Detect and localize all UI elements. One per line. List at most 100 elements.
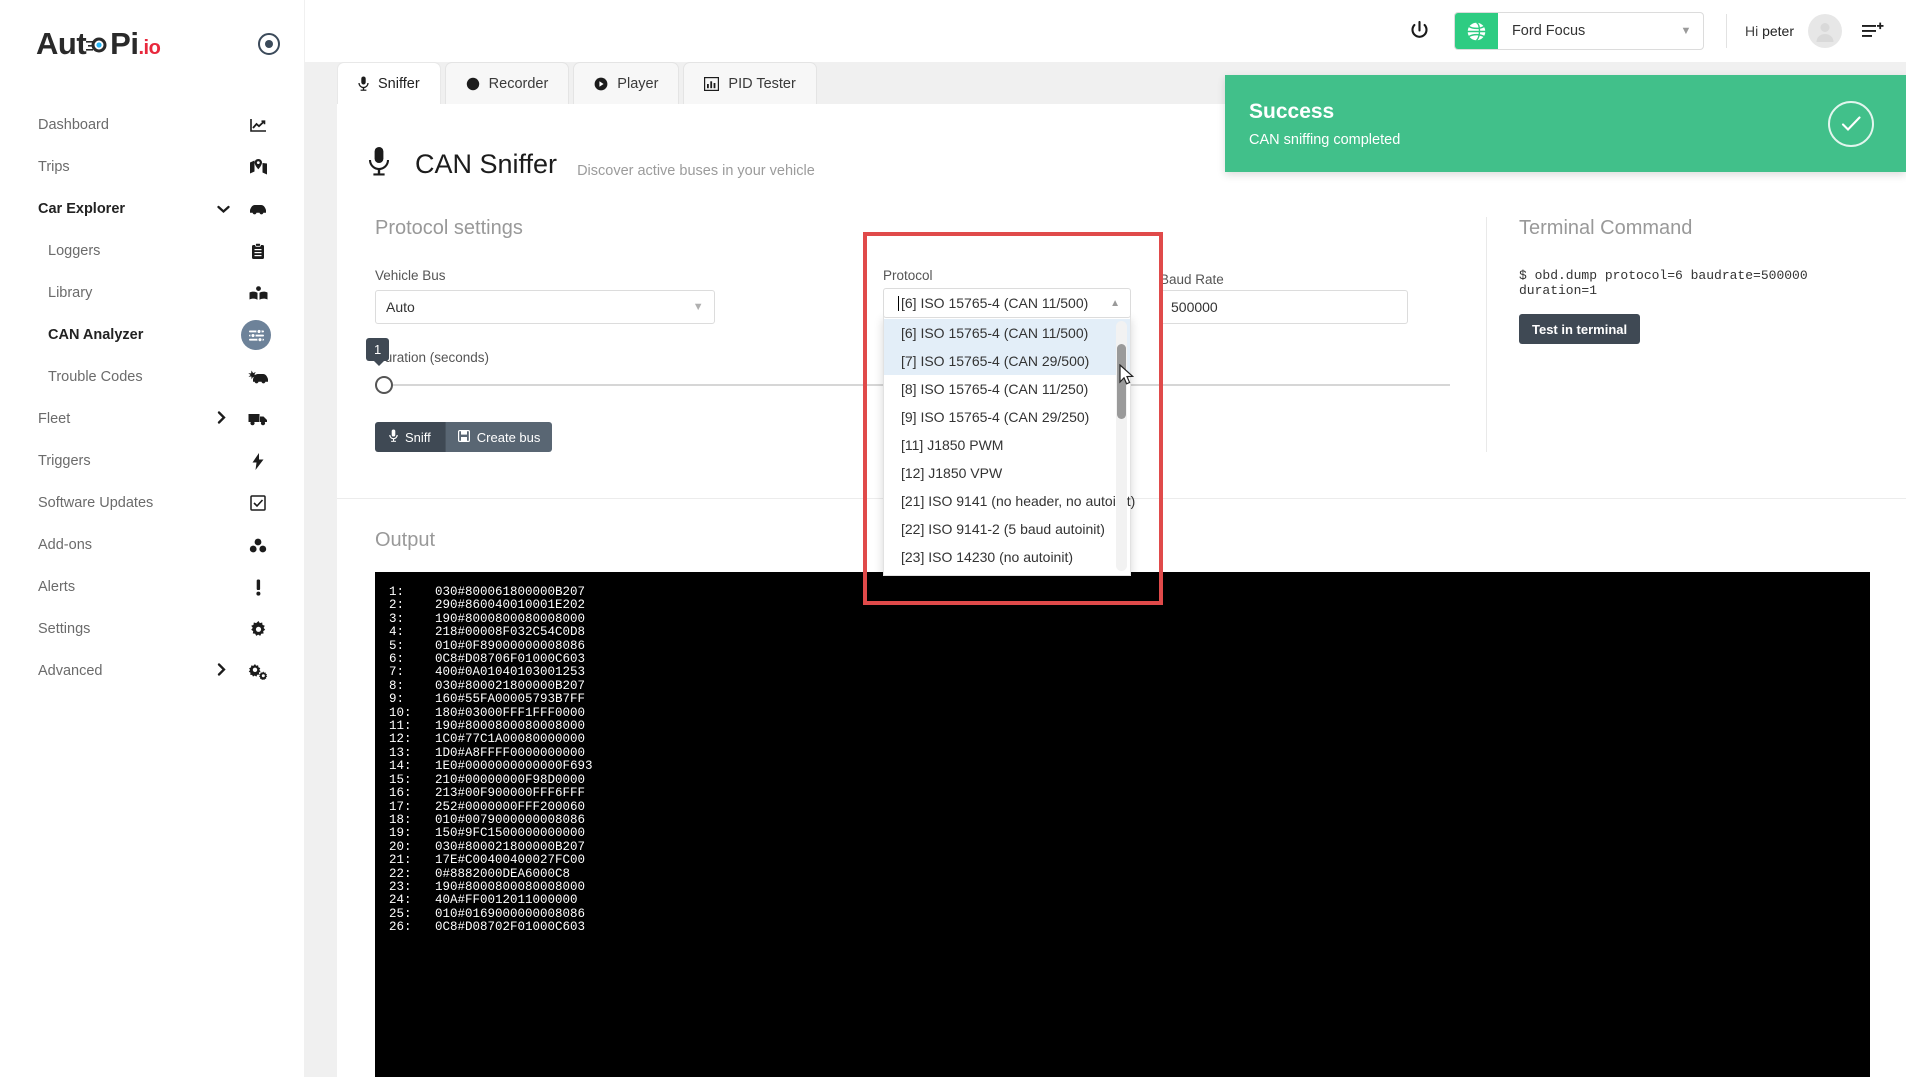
output-line-value: 1C0#77C1A00080000000 <box>435 733 585 746</box>
dropdown-scrollbar-thumb[interactable] <box>1117 344 1126 419</box>
terminal-command-title: Terminal Command <box>1519 217 1876 240</box>
output-line: 26:0C8#D08702F01000C603 <box>389 921 1870 934</box>
output-line-value: 40A#FF0012011000000 <box>435 894 578 907</box>
create-bus-button[interactable]: Create bus <box>445 422 553 452</box>
sidebar-item-label: Triggers <box>38 453 217 469</box>
output-line-value: 1E0#0000000000000F693 <box>435 760 593 773</box>
autopi-logo[interactable]: AutPi.io <box>36 26 160 62</box>
sniff-button[interactable]: Sniff <box>375 422 445 452</box>
sidebar-item-label: Trips <box>38 159 217 175</box>
tab-player[interactable]: Player <box>573 62 679 104</box>
chevron-down-icon: ▼ <box>693 301 704 313</box>
user-name: peter <box>1762 23 1794 39</box>
output-line-number: 24: <box>389 894 435 907</box>
sidebar-item-car-explorer[interactable]: Car Explorer <box>0 188 304 230</box>
output-console[interactable]: 1:030#800061800000B2072:290#860040010001… <box>375 572 1870 1077</box>
output-line: 18:010#0079000000008086 <box>389 814 1870 827</box>
dropdown-option[interactable]: [12] J1850 VPW <box>884 459 1130 487</box>
sidebar-item-add-ons[interactable]: Add-ons <box>0 524 304 566</box>
dropdown-option[interactable]: [21] ISO 9141 (no header, no autoinit) <box>884 487 1130 515</box>
sidebar-item-label: Settings <box>38 621 217 637</box>
tab-sniffer[interactable]: Sniffer <box>337 62 441 104</box>
sidebar-item-trouble-codes[interactable]: Trouble Codes <box>0 356 304 398</box>
output-line-number: 8: <box>389 680 435 693</box>
protocol-settings-title: Protocol settings <box>375 217 1450 240</box>
output-line: 15:210#00000000F98D0000 <box>389 774 1870 787</box>
output-line: 8:030#800021800000B207 <box>389 680 1870 693</box>
output-line-number: 1: <box>389 586 435 599</box>
sidebar-item-dashboard[interactable]: Dashboard <box>0 104 304 146</box>
output-line: 16:213#00F900000FFF6FFF <box>389 787 1870 800</box>
sidebar-item-fleet[interactable]: Fleet <box>0 398 304 440</box>
sidebar-item-label: Car Explorer <box>38 201 217 217</box>
output-line-value: 160#55FA00005793B7FF <box>435 693 585 706</box>
target-icon[interactable] <box>258 33 280 55</box>
output-line-number: 4: <box>389 626 435 639</box>
sidebar-item-library[interactable]: Library <box>0 272 304 314</box>
sidebar-item-software-updates[interactable]: Software Updates <box>0 482 304 524</box>
dropdown-option[interactable]: [6] ISO 15765-4 (CAN 11/500) <box>884 319 1130 347</box>
chart-line-icon <box>245 118 271 133</box>
dropdown-option[interactable]: [8] ISO 15765-4 (CAN 11/250) <box>884 375 1130 403</box>
test-in-terminal-button[interactable]: Test in terminal <box>1519 314 1640 344</box>
main-area: Ford Focus ▼ Hi peter Sniffer R <box>305 0 1906 1077</box>
chevron-down-icon[interactable]: ▼ <box>1669 25 1703 37</box>
output-line: 6:0C8#D08706F01000C603 <box>389 653 1870 666</box>
output-line-value: 252#0000000FFF200060 <box>435 801 585 814</box>
output-line-value: 190#8000800080008000 <box>435 881 585 894</box>
truck-icon <box>245 412 271 426</box>
sidebar-item-settings[interactable]: Settings <box>0 608 304 650</box>
output-line-value: 0C8#D08706F01000C603 <box>435 653 585 666</box>
success-toast[interactable]: Success CAN sniffing completed <box>1225 75 1906 172</box>
dropdown-option[interactable]: [11] J1850 PWM <box>884 431 1130 459</box>
power-icon[interactable] <box>1400 11 1440 51</box>
tab-pid-tester[interactable]: PID Tester <box>683 62 816 104</box>
page-subtitle: Discover active buses in your vehicle <box>577 163 815 183</box>
protocol-select[interactable]: [6] ISO 15765-4 (CAN 11/500) ▲ <box>883 288 1131 318</box>
sidebar-item-trips[interactable]: Trips <box>0 146 304 188</box>
output-line-number: 3: <box>389 613 435 626</box>
greeting-prefix: Hi <box>1745 23 1758 39</box>
protocol-dropdown-list[interactable]: [6] ISO 15765-4 (CAN 11/500)[7] ISO 1576… <box>883 316 1131 576</box>
sidebar-item-label: CAN Analyzer <box>48 327 213 343</box>
output-line-value: 010#0F89000000008086 <box>435 640 585 653</box>
sidebar-item-loggers[interactable]: Loggers <box>0 230 304 272</box>
baud-rate-input[interactable]: 500000 <box>1160 290 1408 324</box>
list-add-icon[interactable] <box>1862 22 1884 41</box>
output-line-number: 22: <box>389 868 435 881</box>
output-line: 21:17E#C00400400027FC00 <box>389 854 1870 867</box>
tab-label: Sniffer <box>378 76 420 92</box>
output-line-value: 0C8#D08702F01000C603 <box>435 921 585 934</box>
page-title: CAN Sniffer <box>415 149 557 180</box>
avatar[interactable] <box>1808 14 1842 48</box>
output-line-value: 0#8882000DEA6000C8 <box>435 868 570 881</box>
tab-label: PID Tester <box>728 76 795 92</box>
terminal-command-panel: Terminal Command $ obd.dump protocol=6 b… <box>1486 217 1906 452</box>
microphone-icon <box>389 429 398 445</box>
duration-slider-handle[interactable] <box>375 376 393 394</box>
output-line-number: 17: <box>389 801 435 814</box>
output-line: 4:218#00008F032C54C0D8 <box>389 626 1870 639</box>
dropdown-option[interactable]: [23] ISO 14230 (no autoinit) <box>884 543 1130 571</box>
chevron-up-icon[interactable]: ▲ <box>1110 298 1120 309</box>
dropdown-option[interactable]: [7] ISO 15765-4 (CAN 29/500) <box>884 347 1130 375</box>
baud-rate-label: Baud Rate <box>1160 272 1224 287</box>
sidebar-item-advanced[interactable]: Advanced <box>0 650 304 692</box>
sidebar-item-label: Fleet <box>38 411 217 427</box>
output-line: 1:030#800061800000B207 <box>389 586 1870 599</box>
dropdown-option[interactable]: [9] ISO 15765-4 (CAN 29/250) <box>884 403 1130 431</box>
tab-recorder[interactable]: Recorder <box>445 62 570 104</box>
sidebar-item-triggers[interactable]: Triggers <box>0 440 304 482</box>
output-line: 2:290#860040010001E202 <box>389 599 1870 612</box>
vehicle-bus-select[interactable]: Auto ▼ <box>375 290 715 324</box>
output-line-number: 19: <box>389 827 435 840</box>
vehicle-selector[interactable]: Ford Focus ▼ <box>1454 12 1704 50</box>
dropdown-option[interactable]: [22] ISO 9141-2 (5 baud autoinit) <box>884 515 1130 543</box>
sidebar-item-label: Alerts <box>38 579 217 595</box>
output-line-value: 290#860040010001E202 <box>435 599 585 612</box>
sidebar-item-alerts[interactable]: Alerts <box>0 566 304 608</box>
output-line-number: 23: <box>389 881 435 894</box>
sidebar-item-can-analyzer[interactable]: CAN Analyzer <box>0 314 304 356</box>
topbar: Ford Focus ▼ Hi peter <box>305 0 1906 62</box>
text-cursor <box>898 296 899 311</box>
